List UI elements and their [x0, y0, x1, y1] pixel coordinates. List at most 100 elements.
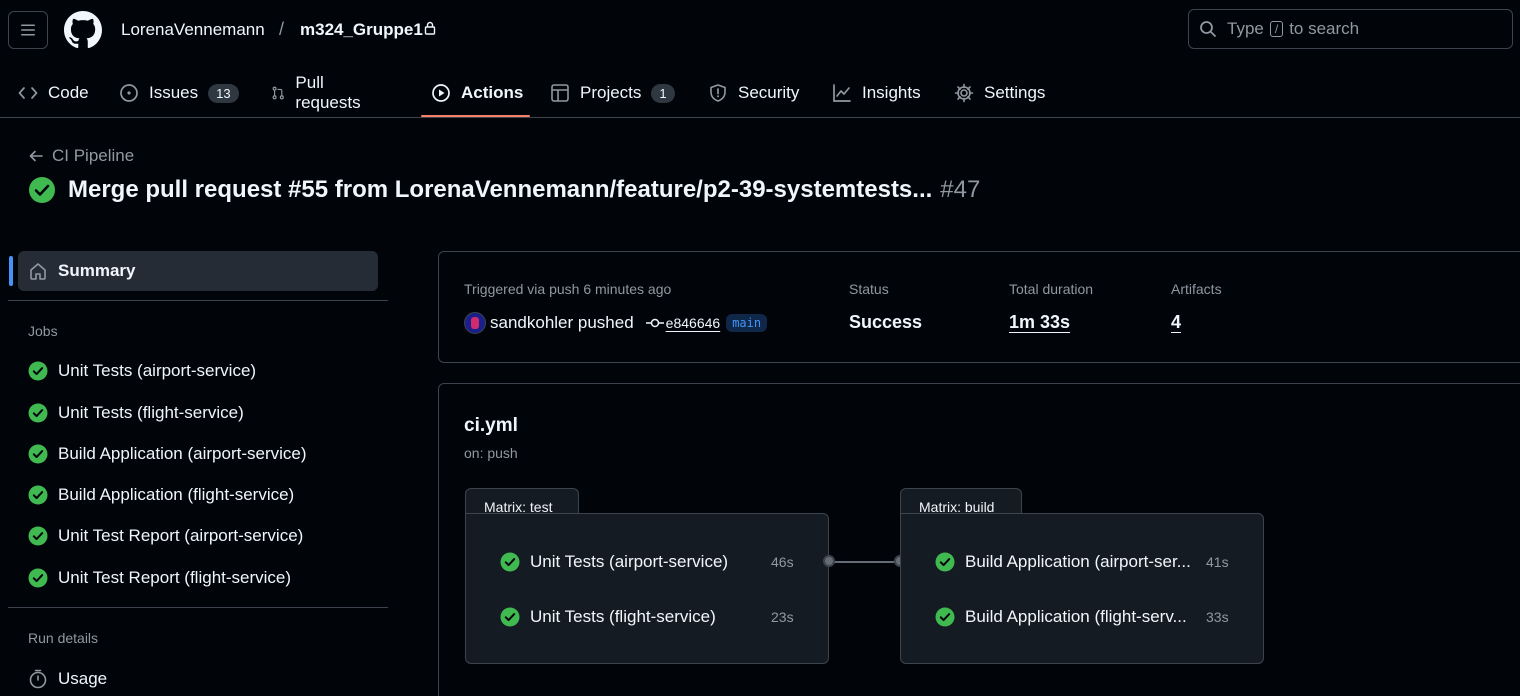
tab-settings[interactable]: Settings — [954, 70, 1045, 116]
tab-projects-label: Projects — [580, 83, 642, 102]
sidebar-job-label: Unit Tests (airport-service) — [58, 361, 257, 380]
sidebar-job-label: Unit Tests (flight-service) — [58, 403, 244, 422]
tab-pull-requests[interactable]: Pull requests — [271, 70, 366, 116]
sidebar-job-label: Build Application (flight-service) — [58, 485, 295, 504]
graph-job-node[interactable]: Build Application (flight-serv... — [935, 607, 1187, 627]
search-input[interactable]: Type / to search — [1188, 9, 1513, 49]
breadcrumb-separator: / — [279, 19, 285, 39]
github-logo-icon[interactable] — [64, 11, 102, 49]
tab-code[interactable]: Code — [18, 70, 89, 116]
graph-job-label: Unit Tests (airport-service) — [530, 552, 729, 571]
projects-count-badge: 1 — [651, 83, 675, 103]
pull-request-icon — [272, 86, 284, 100]
tab-security[interactable]: Security — [708, 70, 799, 116]
sidebar-usage-label: Usage — [58, 669, 108, 688]
tab-insights[interactable]: Insights — [832, 70, 921, 116]
duration-value[interactable]: 1m 33s — [1009, 312, 1070, 333]
graph-job-node[interactable]: Build Application (airport-ser... — [935, 552, 1191, 572]
sidebar-job-item[interactable]: Build Application (airport-service) — [28, 444, 307, 464]
tab-pull-requests-label: Pull requests — [295, 73, 361, 112]
artifacts-value[interactable]: 4 — [1171, 312, 1181, 333]
check-circle-icon — [28, 485, 48, 505]
artifacts-label: Artifacts — [1171, 281, 1222, 297]
check-circle-icon — [28, 361, 48, 381]
sidebar-divider — [8, 607, 388, 608]
sidebar-item-usage[interactable]: Usage — [28, 669, 107, 689]
play-icon — [432, 84, 450, 102]
git-commit-icon — [645, 318, 664, 328]
shield-icon — [710, 84, 726, 102]
graph-job-label: Build Application (flight-serv... — [965, 607, 1187, 626]
sidebar-summary-label: Summary — [58, 261, 136, 280]
lock-icon — [424, 21, 436, 35]
global-header: LorenaVennemann / m324_Gruppe1 Type / to… — [0, 0, 1520, 118]
breadcrumb-owner-link[interactable]: LorenaVennemann — [121, 20, 265, 40]
graph-job-duration: 46s — [771, 554, 794, 570]
hamburger-icon — [21, 24, 35, 36]
tab-security-label: Security — [738, 83, 800, 102]
status-value: Success — [849, 312, 923, 332]
workflow-file-name[interactable]: ci.yml — [464, 415, 518, 437]
actor-label[interactable]: sandkohler pushed — [490, 313, 634, 333]
sidebar-divider — [8, 300, 388, 301]
tab-actions[interactable]: Actions — [431, 70, 523, 116]
gear-icon — [954, 83, 974, 103]
stopwatch-icon — [29, 669, 47, 689]
commit-link[interactable]: e846646 — [645, 315, 721, 331]
sidebar-item-summary[interactable]: Summary — [18, 251, 378, 291]
tab-issues[interactable]: Issues 13 — [119, 70, 239, 116]
tab-code-label: Code — [48, 83, 89, 102]
graph-job-node[interactable]: Unit Tests (flight-service) — [500, 607, 716, 627]
matrix-test-box — [465, 513, 829, 664]
search-shortcut-key: / — [1269, 21, 1284, 37]
code-icon — [18, 87, 38, 99]
menu-button[interactable] — [8, 11, 48, 49]
check-circle-icon — [28, 403, 48, 423]
check-circle-icon — [28, 526, 48, 546]
sidebar-run-details-heading: Run details — [28, 630, 99, 646]
active-tab-underline — [421, 115, 530, 117]
run-title: Merge pull request #55 from LorenaVennem… — [28, 176, 980, 204]
sidebar-job-item[interactable]: Unit Tests (airport-service) — [28, 361, 256, 381]
tab-issues-label: Issues — [149, 83, 199, 102]
sidebar-job-label: Build Application (airport-service) — [58, 444, 307, 463]
tab-settings-label: Settings — [984, 83, 1046, 102]
home-icon — [30, 263, 46, 280]
sidebar-job-item[interactable]: Unit Tests (flight-service) — [28, 403, 244, 423]
arrow-left-icon — [29, 150, 43, 162]
sidebar-job-item[interactable]: Unit Test Report (airport-service) — [28, 526, 303, 546]
issues-count-badge: 13 — [208, 83, 239, 103]
matrix-build-box — [900, 513, 1264, 664]
graph-job-label: Build Application (airport-ser... — [965, 552, 1191, 571]
trigger-detail: sandkohler pushed e846646 main — [464, 312, 768, 334]
workflow-back-link[interactable]: CI Pipeline — [28, 146, 134, 166]
search-placeholder-suffix: to search — [1289, 19, 1360, 38]
graph-job-label: Unit Tests (flight-service) — [530, 607, 716, 626]
sidebar-active-marker — [9, 256, 13, 286]
check-circle-icon — [28, 444, 48, 464]
search-placeholder-prefix: Type — [1227, 19, 1264, 38]
workflow-back-label: CI Pipeline — [52, 146, 135, 165]
run-title-text: Merge pull request #55 from LorenaVennem… — [68, 176, 933, 203]
graph-icon — [833, 84, 851, 102]
table-icon — [551, 84, 569, 102]
graph-job-duration: 33s — [1206, 609, 1229, 625]
branch-badge[interactable]: main — [726, 314, 768, 332]
breadcrumb-repo-link[interactable]: m324_Gruppe1 — [300, 20, 423, 40]
run-number: #47 — [940, 176, 981, 203]
graph-job-node[interactable]: Unit Tests (airport-service) — [500, 552, 728, 572]
sidebar-jobs-heading: Jobs — [28, 323, 58, 339]
commit-sha: e846646 — [665, 315, 721, 331]
sidebar-job-item[interactable]: Build Application (flight-service) — [28, 485, 294, 505]
workflow-graph-card: ci.yml on: push Matrix: test Unit Tests … — [438, 383, 1520, 696]
avatar[interactable] — [464, 312, 486, 334]
tab-projects[interactable]: Projects 1 — [550, 70, 675, 116]
check-circle-icon — [29, 177, 55, 203]
sidebar-job-label: Unit Test Report (airport-service) — [58, 526, 304, 545]
graph-job-duration: 41s — [1206, 554, 1229, 570]
matrix-test-tab: Matrix: test — [465, 488, 579, 516]
sidebar-job-item[interactable]: Unit Test Report (flight-service) — [28, 568, 291, 588]
duration-label: Total duration — [1009, 281, 1094, 297]
sidebar-job-label: Unit Test Report (flight-service) — [58, 568, 292, 587]
issue-icon — [120, 84, 138, 102]
